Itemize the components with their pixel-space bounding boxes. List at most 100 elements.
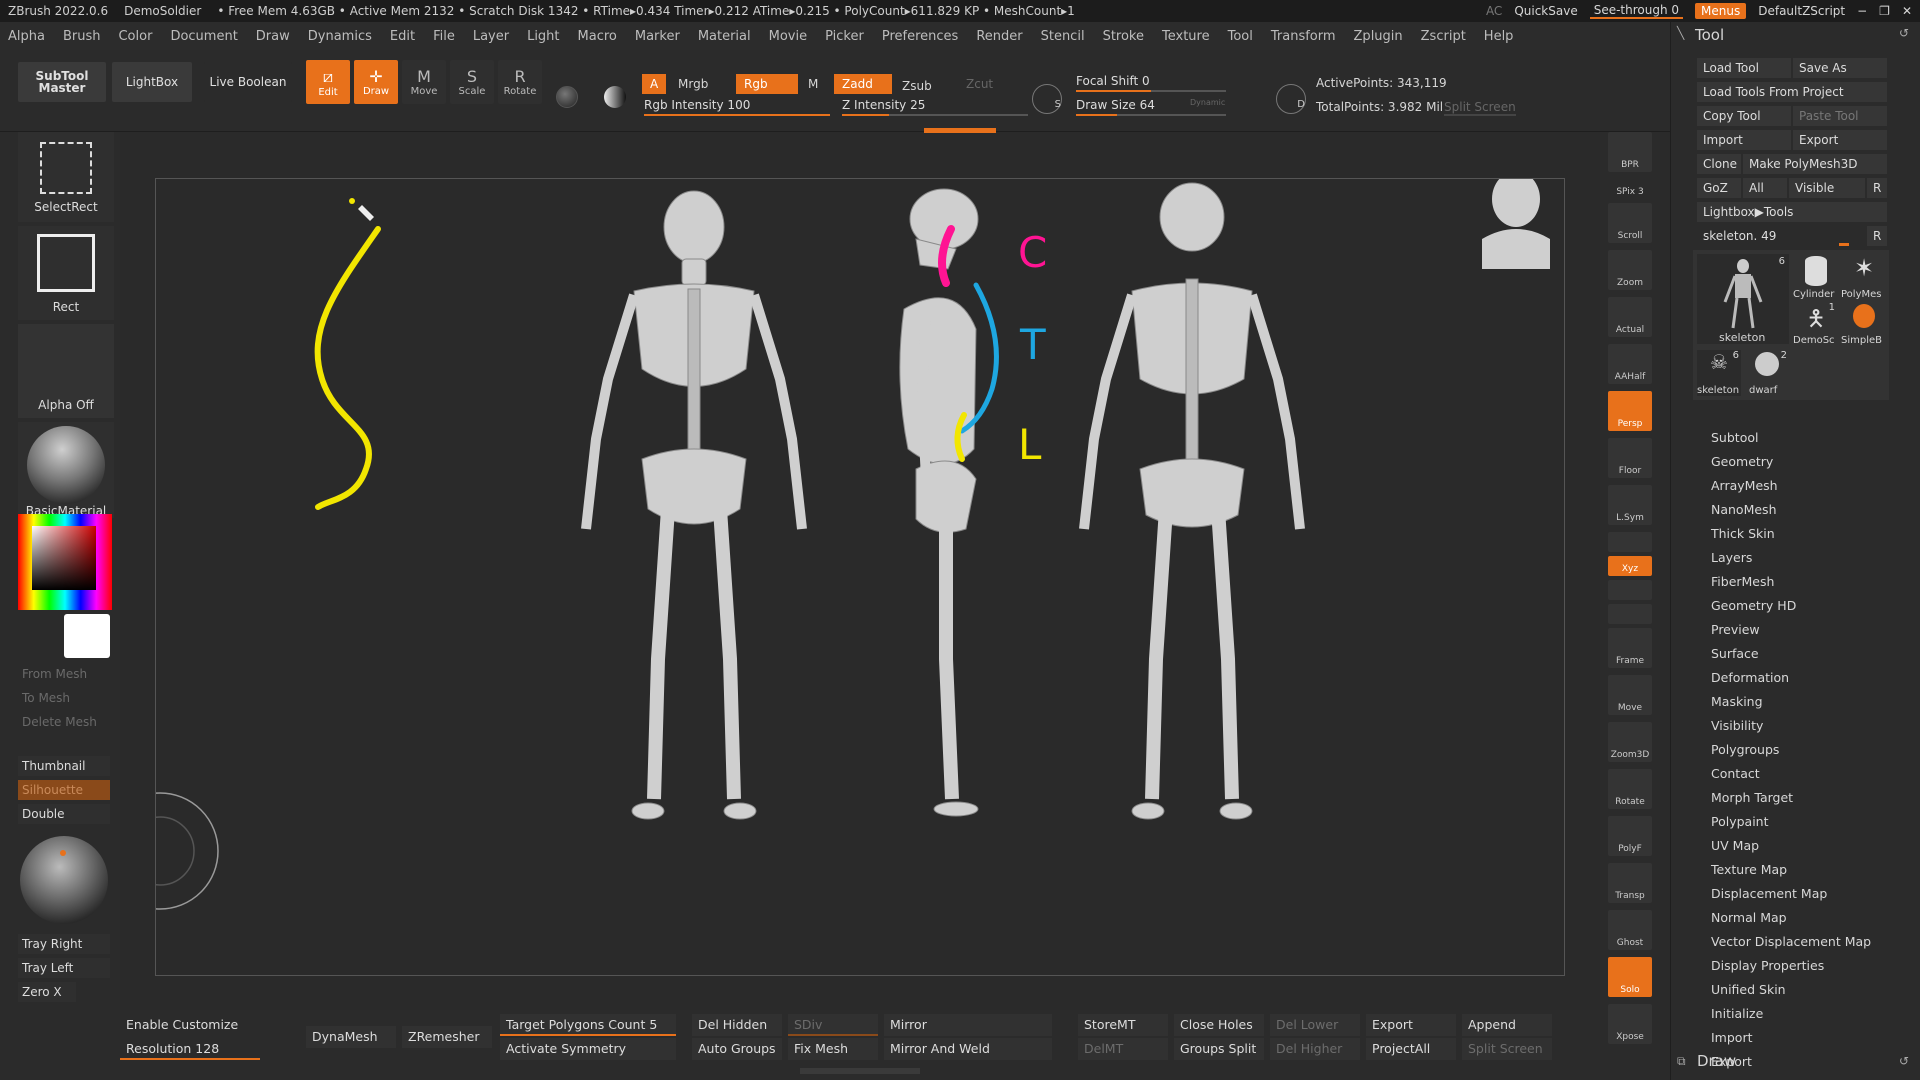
make-polymesh-button[interactable]: Make PolyMesh3D	[1743, 154, 1887, 174]
subpalette-geometry-hd[interactable]: Geometry HD	[1711, 598, 1796, 613]
menu-render[interactable]: Render	[976, 29, 1022, 44]
delete-mesh-button[interactable]: Delete Mesh	[18, 712, 110, 732]
rotate-button[interactable]: R Rotate	[498, 60, 542, 104]
shelf-spix-3[interactable]: SPix 3	[1608, 179, 1652, 199]
projectall-button[interactable]: ProjectAll	[1366, 1038, 1456, 1060]
m-toggle[interactable]: M	[800, 74, 826, 94]
subpalette-display-properties[interactable]: Display Properties	[1711, 958, 1824, 973]
dynamesh-button[interactable]: DynaMesh	[306, 1026, 396, 1048]
subpalette-uv-map[interactable]: UV Map	[1711, 838, 1759, 853]
paste-tool-button[interactable]: Paste Tool	[1793, 106, 1887, 126]
subtool-master-button[interactable]: SubTool Master	[18, 62, 106, 102]
menu-document[interactable]: Document	[170, 29, 237, 44]
shelf-xyz[interactable]: Xyz	[1608, 556, 1652, 576]
shelf-transp[interactable]: Transp	[1608, 863, 1652, 903]
subpalette-preview[interactable]: Preview	[1711, 622, 1760, 637]
split-screen-toggle[interactable]: Split Screen	[1444, 100, 1516, 116]
shelf-spacer-11[interactable]	[1608, 580, 1652, 600]
double-toggle[interactable]: Double	[18, 804, 110, 824]
alpha-tile[interactable]: Alpha Off	[18, 324, 114, 418]
shelf-xpose[interactable]: Xpose	[1608, 1004, 1652, 1044]
mirror-and-weld-button[interactable]: Mirror And Weld	[884, 1038, 1052, 1060]
subpalette-vector-displacement-map[interactable]: Vector Displacement Map	[1711, 934, 1871, 949]
stroke-s-icon[interactable]: S	[1032, 84, 1062, 114]
subpalette-deformation[interactable]: Deformation	[1711, 670, 1789, 685]
goz-visible-button[interactable]: Visible	[1789, 178, 1865, 198]
zadd-toggle[interactable]: Zadd	[834, 74, 892, 94]
menu-zscript[interactable]: Zscript	[1421, 29, 1466, 44]
goz-button[interactable]: GoZ	[1697, 178, 1741, 198]
subpalette-subtool[interactable]: Subtool	[1711, 430, 1758, 445]
menu-preferences[interactable]: Preferences	[882, 29, 958, 44]
zsub-toggle[interactable]: Zsub	[894, 76, 940, 96]
shelf-polyf[interactable]: PolyF	[1608, 816, 1652, 856]
menu-zplugin[interactable]: Zplugin	[1354, 29, 1403, 44]
subpalette-fibermesh[interactable]: FiberMesh	[1711, 574, 1774, 589]
menu-picker[interactable]: Picker	[825, 29, 864, 44]
draw-button[interactable]: ✛ Draw	[354, 60, 398, 104]
subpalette-arraymesh[interactable]: ArrayMesh	[1711, 478, 1778, 493]
secondary-color-swatch[interactable]	[64, 614, 110, 658]
shelf-rotate[interactable]: Rotate	[1608, 769, 1652, 809]
tool-thumb-skeleton-small[interactable]: ☠ skeleton 6	[1697, 350, 1741, 396]
menu-draw[interactable]: Draw	[256, 29, 290, 44]
subpalette-initialize[interactable]: Initialize	[1711, 1006, 1763, 1021]
del-higher-button[interactable]: Del Higher	[1270, 1038, 1360, 1060]
menu-alpha[interactable]: Alpha	[8, 29, 45, 44]
live-boolean-button[interactable]: Live Boolean	[204, 62, 292, 102]
subpalette-polygroups[interactable]: Polygroups	[1711, 742, 1779, 757]
seethrough-slider[interactable]: See-through 0	[1589, 3, 1684, 19]
from-mesh-button[interactable]: From Mesh	[18, 664, 110, 684]
light-dot-icon[interactable]	[60, 850, 66, 856]
color-saturation-square[interactable]	[32, 526, 96, 590]
load-tool-button[interactable]: Load Tool	[1697, 58, 1791, 78]
menus-toggle[interactable]: Menus	[1695, 3, 1747, 19]
shelf-scroll[interactable]: Scroll	[1608, 203, 1652, 243]
subpalette-normal-map[interactable]: Normal Map	[1711, 910, 1787, 925]
import-button[interactable]: Import	[1697, 130, 1791, 150]
menu-light[interactable]: Light	[527, 29, 559, 44]
quicksave-button[interactable]: QuickSave	[1514, 4, 1577, 18]
target-polygons-slider[interactable]: Target Polygons Count 5	[500, 1014, 676, 1036]
auto-groups-button[interactable]: Auto Groups	[692, 1038, 782, 1060]
del-hidden-button[interactable]: Del Hidden	[692, 1014, 782, 1036]
subpalette-contact[interactable]: Contact	[1711, 766, 1760, 781]
skeleton-tool-slider[interactable]: skeleton. 49	[1697, 226, 1863, 246]
silhouette-toggle[interactable]: Silhouette	[18, 780, 110, 800]
shelf-spacer-9[interactable]	[1608, 532, 1652, 552]
shelf-ghost[interactable]: Ghost	[1608, 910, 1652, 950]
focal-shift-slider[interactable]: Focal Shift 0	[1076, 74, 1226, 92]
menu-color[interactable]: Color	[118, 29, 152, 44]
subpalette-visibility[interactable]: Visibility	[1711, 718, 1763, 733]
enable-customize-button[interactable]: Enable Customize	[120, 1014, 300, 1036]
gradient-sphere-icon[interactable]	[604, 86, 626, 108]
shelf-zoom[interactable]: Zoom	[1608, 250, 1652, 290]
subpalette-morph-target[interactable]: Morph Target	[1711, 790, 1793, 805]
sphere-icon[interactable]	[556, 86, 578, 108]
subpalette-masking[interactable]: Masking	[1711, 694, 1763, 709]
menu-brush[interactable]: Brush	[63, 29, 101, 44]
close-holes-button[interactable]: Close Holes	[1174, 1014, 1264, 1036]
thumbnail-button[interactable]: Thumbnail	[18, 756, 110, 776]
export-bottom-button[interactable]: Export	[1366, 1014, 1456, 1036]
menu-dynamics[interactable]: Dynamics	[308, 29, 372, 44]
selectrect-brush-tile[interactable]: SelectRect	[18, 132, 114, 222]
to-mesh-button[interactable]: To Mesh	[18, 688, 110, 708]
move-button[interactable]: M Move	[402, 60, 446, 104]
shelf-spacer-12[interactable]	[1608, 604, 1652, 624]
activate-symmetry-button[interactable]: Activate Symmetry	[500, 1038, 676, 1060]
scale-button[interactable]: S Scale	[450, 60, 494, 104]
shelf-l-sym[interactable]: L.Sym	[1608, 485, 1652, 525]
z-intensity-slider[interactable]: Z Intensity 25	[842, 98, 1028, 116]
stroke-d-icon[interactable]: D	[1276, 84, 1306, 114]
tray-right-button[interactable]: Tray Right	[18, 934, 110, 954]
subpalette-layers[interactable]: Layers	[1711, 550, 1752, 565]
script-name[interactable]: DefaultZScript	[1758, 4, 1845, 18]
mirror-button[interactable]: Mirror	[884, 1014, 1052, 1036]
edit-button[interactable]: ⧄ Edit	[306, 60, 350, 104]
storemt-button[interactable]: StoreMT	[1078, 1014, 1168, 1036]
color-picker[interactable]	[18, 514, 112, 610]
menu-movie[interactable]: Movie	[769, 29, 807, 44]
groups-split-button[interactable]: Groups Split	[1174, 1038, 1264, 1060]
shelf-actual[interactable]: Actual	[1608, 297, 1652, 337]
